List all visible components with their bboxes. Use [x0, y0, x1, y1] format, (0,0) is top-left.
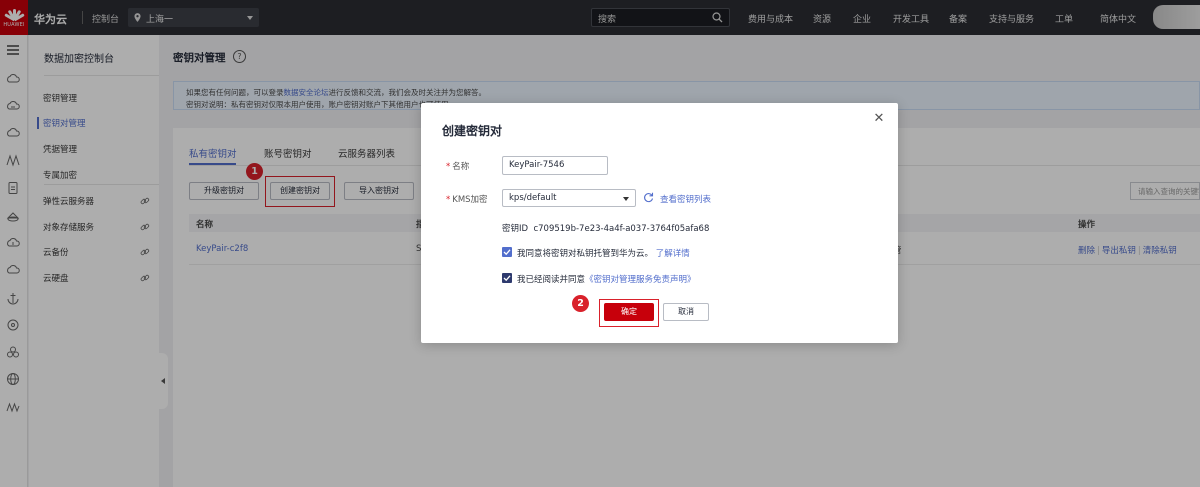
refresh-icon[interactable]	[643, 192, 654, 203]
step-badge: 2	[572, 295, 589, 312]
disclaimer-link[interactable]: 《密钥对管理服务免责声明》	[585, 275, 696, 285]
kms-label: * KMS加密	[446, 195, 488, 205]
keypair-name-input[interactable]: KeyPair-7546	[502, 156, 608, 175]
name-label: * 名称	[446, 162, 470, 172]
key-id-value: c709519b-7e23-4a4f-a037-3764f05afa68	[533, 224, 710, 234]
key-id-label: 密钥ID	[502, 224, 529, 234]
agree-escrow-checkbox[interactable]	[502, 247, 512, 257]
agree-escrow-text: 我同意将密钥对私钥托管到华为云。 了解详情	[517, 249, 690, 259]
cancel-button[interactable]: 取消	[663, 303, 709, 321]
agree-disclaimer-text: 我已经阅读并同意《密钥对管理服务免责声明》	[517, 275, 696, 285]
learn-more-link[interactable]: 了解详情	[656, 249, 690, 259]
agree-disclaimer-checkbox[interactable]	[502, 273, 512, 283]
close-icon[interactable]: ✕	[872, 112, 886, 126]
create-keypair-dialog: 创建密钥对 ✕ * 名称 KeyPair-7546 * KMS加密 kps/defa…	[421, 103, 898, 343]
confirm-button[interactable]: 确定	[604, 303, 654, 321]
dialog-title: 创建密钥对	[442, 124, 503, 138]
key-id-row: 密钥ID c709519b-7e23-4a4f-a037-3764f05afa6…	[502, 222, 709, 234]
chevron-down-icon	[623, 197, 629, 201]
view-key-list-link[interactable]: 查看密钥列表	[660, 193, 711, 205]
kms-selected-value: kps/default	[509, 193, 557, 203]
kms-key-select[interactable]: kps/default	[502, 189, 636, 207]
